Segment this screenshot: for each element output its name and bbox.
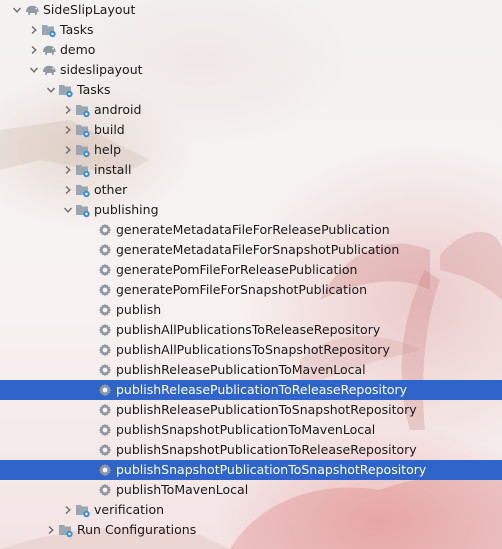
chevron-right-icon[interactable] (61, 160, 75, 180)
tree-node-task[interactable]: publishAllPublicationsToReleaseRepositor… (0, 320, 502, 340)
tree-node-task[interactable]: publish (0, 300, 502, 320)
chevron-right-icon[interactable] (44, 520, 58, 540)
folder-gear-icon (75, 502, 91, 518)
tree-node-group-install[interactable]: install (0, 160, 502, 180)
tree-node-label: build (94, 122, 125, 137)
gear-icon (97, 382, 113, 398)
tree-node-task[interactable]: publishAllPublicationsToSnapshotReposito… (0, 340, 502, 360)
tree-node-root-tasks[interactable]: Tasks (0, 20, 502, 40)
gradle-elephant-icon (41, 42, 57, 58)
tree-node-label: help (94, 142, 122, 157)
tree-node-group-verification[interactable]: verification (0, 500, 502, 520)
tree-node-demo[interactable]: demo (0, 40, 502, 60)
tree-node-task[interactable]: publishSnapshotPublicationToSnapshotRepo… (0, 460, 502, 480)
gradle-elephant-icon (41, 62, 57, 78)
tree-node-task[interactable]: publishReleasePublicationToSnapshotRepos… (0, 400, 502, 420)
tree-node-label: generatePomFileForSnapshotPublication (116, 282, 368, 297)
tree-node-task[interactable]: generatePomFileForSnapshotPublication (0, 280, 502, 300)
chevron-down-icon[interactable] (44, 80, 58, 100)
chevron-right-icon[interactable] (61, 180, 75, 200)
folder-gear-icon (58, 82, 74, 98)
gear-icon (97, 442, 113, 458)
gear-icon (97, 422, 113, 438)
tree-node-label: demo (60, 42, 96, 57)
gear-icon (97, 262, 113, 278)
chevron-down-icon[interactable] (10, 0, 24, 20)
chevron-right-icon[interactable] (27, 20, 41, 40)
tree-node-label: generateMetadataFileForReleasePublicatio… (116, 222, 390, 237)
tree-node-label: publishReleasePublicationToMavenLocal (116, 362, 366, 377)
chevron-right-icon[interactable] (61, 100, 75, 120)
gear-icon (97, 342, 113, 358)
tree-node-task[interactable]: publishSnapshotPublicationToMavenLocal (0, 420, 502, 440)
gear-icon (97, 362, 113, 378)
tree-node-group-build[interactable]: build (0, 120, 502, 140)
chevron-right-icon[interactable] (61, 500, 75, 520)
gear-icon (97, 222, 113, 238)
tree-node-group-other[interactable]: other (0, 180, 502, 200)
tree-node-label: SideSlipLayout (43, 2, 136, 17)
gear-icon (97, 282, 113, 298)
tree-node-group-help[interactable]: help (0, 140, 502, 160)
tree-node-task[interactable]: publishReleasePublicationToReleaseReposi… (0, 380, 502, 400)
tree-node-group-publishing[interactable]: publishing (0, 200, 502, 220)
tree-node-label: publishSnapshotPublicationToMavenLocal (116, 422, 376, 437)
publishing-task-list: generateMetadataFileForReleasePublicatio… (0, 220, 502, 500)
tree-node-label: generatePomFileForReleasePublication (116, 262, 358, 277)
tree-node-module-tasks[interactable]: Tasks (0, 80, 502, 100)
tree-node-label: Tasks (77, 82, 111, 97)
tree-node-sideslipayout[interactable]: sideslipayout (0, 60, 502, 80)
gradle-elephant-icon (24, 2, 40, 18)
tree-node-label: other (94, 182, 128, 197)
tree-node-task[interactable]: generateMetadataFileForReleasePublicatio… (0, 220, 502, 240)
tree-node-label: android (94, 102, 142, 117)
gear-icon (97, 322, 113, 338)
folder-gear-icon (75, 102, 91, 118)
tree-node-task[interactable]: generatePomFileForReleasePublication (0, 260, 502, 280)
gear-icon (97, 402, 113, 418)
chevron-down-icon[interactable] (27, 60, 41, 80)
tree-node-label: generateMetadataFileForSnapshotPublicati… (116, 242, 400, 257)
folder-gear-icon (41, 22, 57, 38)
tree-node-label: publishReleasePublicationToReleaseReposi… (116, 382, 408, 397)
gear-icon (97, 242, 113, 258)
tree-node-label: verification (94, 502, 165, 517)
gear-icon (97, 482, 113, 498)
tree-node-label: publishSnapshotPublicationToReleaseRepos… (116, 442, 417, 457)
tree-node-root-project[interactable]: SideSlipLayout (0, 0, 502, 20)
tree-node-label: publishReleasePublicationToSnapshotRepos… (116, 402, 417, 417)
gradle-tool-window-tree: SideSlipLayout Tasks demo sideslipayout (0, 0, 502, 540)
chevron-right-icon[interactable] (61, 120, 75, 140)
chevron-right-icon[interactable] (61, 140, 75, 160)
tree-node-task[interactable]: generateMetadataFileForSnapshotPublicati… (0, 240, 502, 260)
tree-node-label: publishToMavenLocal (116, 482, 249, 497)
tree-node-label: publishAllPublicationsToReleaseRepositor… (116, 322, 381, 337)
tree-node-task[interactable]: publishToMavenLocal (0, 480, 502, 500)
tree-node-label: publishSnapshotPublicationToSnapshotRepo… (116, 462, 427, 477)
folder-gear-icon (75, 202, 91, 218)
chevron-down-icon[interactable] (61, 200, 75, 220)
tree-node-task[interactable]: publishSnapshotPublicationToReleaseRepos… (0, 440, 502, 460)
tree-node-label: install (94, 162, 132, 177)
tree-node-group-android[interactable]: android (0, 100, 502, 120)
folder-gear-icon (75, 122, 91, 138)
tree-node-label: sideslipayout (60, 62, 143, 77)
tree-node-label: publishing (94, 202, 159, 217)
tree-node-label: Tasks (60, 22, 94, 37)
folder-gear-icon (75, 162, 91, 178)
tree-node-task[interactable]: publishReleasePublicationToMavenLocal (0, 360, 502, 380)
tree-node-label: Run Configurations (77, 522, 197, 537)
folder-gear-icon (75, 142, 91, 158)
chevron-right-icon[interactable] (27, 40, 41, 60)
tree-node-label: publish (116, 302, 162, 317)
folder-gear-icon (58, 522, 74, 538)
gear-icon (97, 302, 113, 318)
tree-node-label: publishAllPublicationsToSnapshotReposito… (116, 342, 390, 357)
gear-icon (97, 462, 113, 478)
tree-node-run-configurations[interactable]: Run Configurations (0, 520, 502, 540)
folder-gear-icon (75, 182, 91, 198)
